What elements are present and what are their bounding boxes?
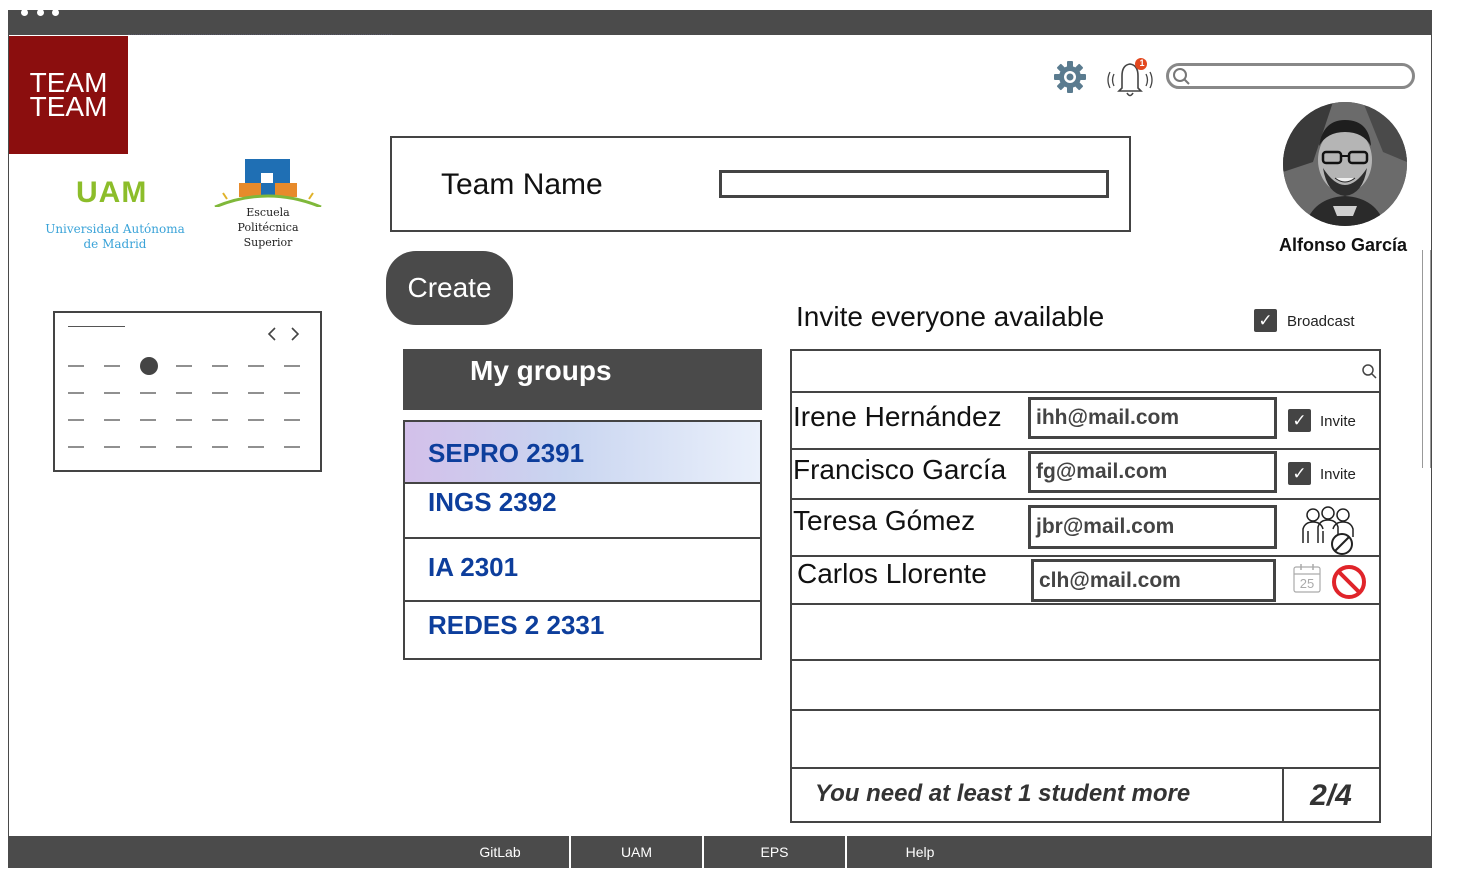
window-control-dot[interactable] (21, 9, 28, 16)
team-size-warning: You need at least 1 student more (815, 780, 1191, 807)
my-groups-title: My groups (470, 355, 612, 386)
student-email: jbr@mail.com (1028, 505, 1277, 549)
student-email: fg@mail.com (1028, 451, 1277, 493)
row-divider (790, 391, 1381, 393)
row-divider (790, 498, 1381, 500)
calendar-grid[interactable] (60, 350, 310, 460)
settings-gear-icon[interactable] (1053, 60, 1087, 94)
group-label: REDES 2 2331 (428, 610, 605, 640)
broadcast-checkbox[interactable]: ✓ (1254, 309, 1277, 332)
footer-link-help[interactable]: Help (847, 836, 993, 868)
calendar-month-label (68, 326, 125, 327)
invite-checkbox[interactable]: ✓ (1288, 462, 1311, 485)
next-month-icon[interactable] (288, 326, 302, 342)
student-email: ihh@mail.com (1028, 397, 1277, 439)
footer-link-uam[interactable]: UAM (571, 836, 702, 868)
already-in-team-icon (1302, 506, 1354, 555)
row-divider (790, 659, 1381, 661)
window-control-dot[interactable] (52, 9, 59, 16)
team-name-label: Team Name (441, 168, 603, 201)
uam-logo-mark: UAM (76, 176, 148, 209)
eps-logo-icon (214, 159, 322, 207)
user-name[interactable]: Alfonso García (1279, 235, 1407, 256)
table-search-icon[interactable] (1361, 363, 1379, 381)
team-size-count: 2/4 (1282, 768, 1378, 823)
notification-count-badge: 1 (1139, 58, 1145, 68)
student-name: Francisco García (793, 454, 1007, 485)
my-groups-header: My groups (403, 349, 762, 410)
student-name: Irene Hernández (793, 401, 1002, 432)
group-item-ings[interactable]: INGS 2392 (403, 482, 762, 539)
eps-logo-text: Escuela Politécnica Superior (226, 205, 310, 250)
prev-month-icon[interactable] (265, 326, 279, 342)
title-bar (8, 10, 1432, 35)
invite-label: Invite (1320, 413, 1356, 430)
broadcast-label: Broadcast (1287, 313, 1355, 330)
student-name: Carlos Llorente (797, 558, 987, 589)
footer-link-eps[interactable]: EPS (704, 836, 845, 868)
user-avatar[interactable] (1283, 102, 1407, 226)
create-team-button[interactable]: Create (386, 251, 513, 325)
uam-line: Universidad Autónoma (45, 222, 185, 236)
group-item-redes[interactable]: REDES 2 2331 (403, 600, 762, 660)
uam-logo-text: Universidad Autónoma de Madrid (40, 222, 190, 252)
row-divider (790, 603, 1381, 605)
eps-line: Superior (243, 236, 293, 249)
logo-line: TEAM (29, 91, 108, 122)
window-control-dot[interactable] (37, 9, 44, 16)
scrollbar[interactable] (1422, 250, 1431, 468)
student-email: clh@mail.com (1031, 559, 1276, 602)
eps-line: Escuela (246, 206, 290, 219)
team-logo[interactable]: TEAM TEAM (9, 36, 128, 154)
search-input[interactable] (1166, 63, 1415, 89)
search-icon (1173, 68, 1190, 85)
row-divider (790, 555, 1381, 557)
group-item-sepro[interactable]: SEPRO 2391 (403, 420, 762, 484)
group-label: SEPRO 2391 (428, 438, 585, 468)
user-photo-icon (1283, 102, 1407, 226)
student-name: Teresa Gómez (793, 505, 976, 536)
invite-checkbox[interactable]: ✓ (1288, 409, 1311, 432)
footer-link-gitlab[interactable]: GitLab (430, 836, 570, 868)
team-name-input[interactable] (719, 170, 1109, 198)
forbidden-icon (1332, 565, 1366, 599)
eps-line: Politécnica (237, 221, 299, 234)
group-label: IA 2301 (428, 552, 519, 582)
calendar-day: 25 (1299, 576, 1315, 591)
invite-label: Invite (1320, 466, 1356, 483)
group-label: INGS 2392 (428, 487, 557, 517)
row-divider (790, 448, 1381, 450)
group-item-ia[interactable]: IA 2301 (403, 537, 762, 602)
divider (128, 34, 392, 36)
row-divider (790, 709, 1381, 711)
uam-line: de Madrid (83, 237, 147, 251)
invite-title: Invite everyone available (796, 301, 1105, 332)
